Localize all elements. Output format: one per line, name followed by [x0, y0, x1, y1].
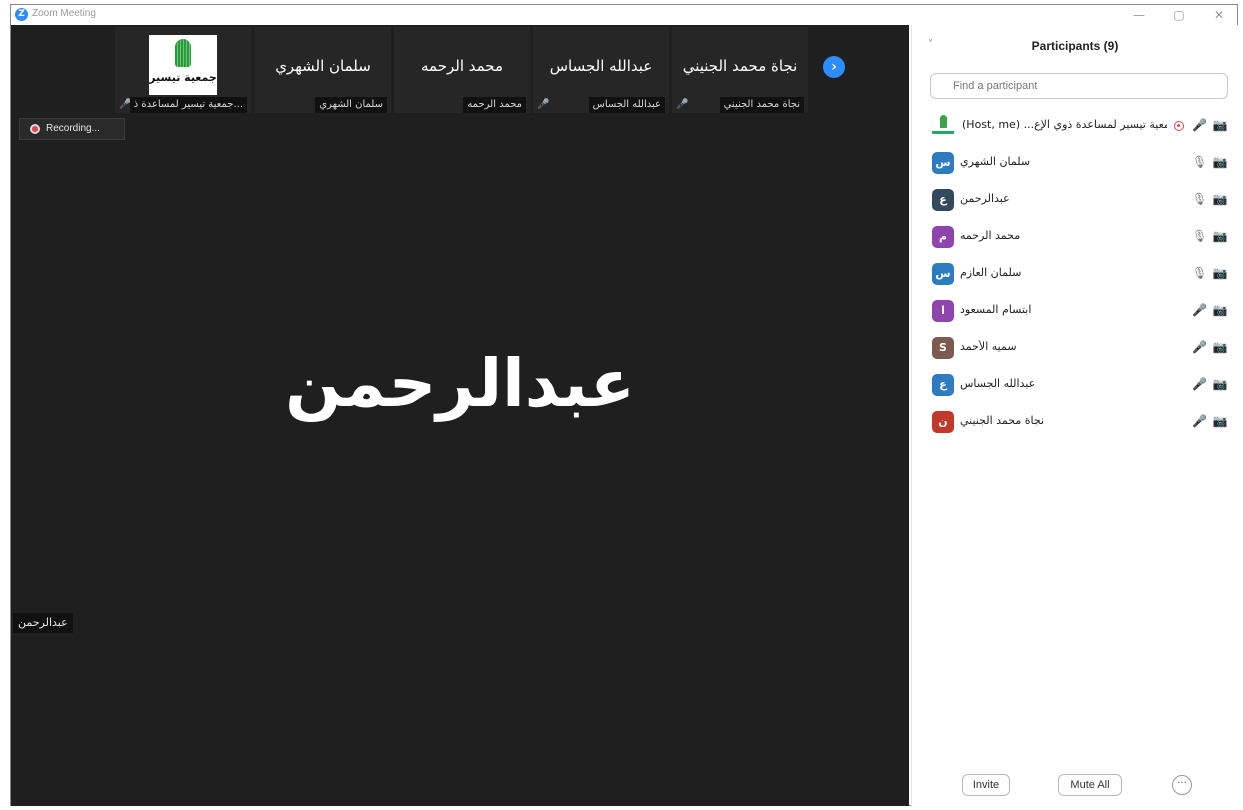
maximize-button[interactable]: ▢: [1165, 6, 1193, 24]
avatar: س: [932, 152, 954, 174]
participants-footer: Invite Mute All ···: [912, 772, 1238, 802]
active-speaker-name: عبدالرحمن: [285, 345, 635, 422]
recording-indicator[interactable]: Recording...: [19, 118, 125, 140]
next-page-button[interactable]: ›: [823, 56, 845, 78]
participants-title: Participants (9): [1031, 39, 1119, 53]
participant-row[interactable]: ا ابتسام المسعود 🎤 📷: [912, 294, 1238, 331]
camera-off-icon[interactable]: 📷: [1212, 303, 1228, 317]
camera-off-icon[interactable]: 📷: [1212, 377, 1228, 391]
palm-leaf-icon: [175, 39, 191, 67]
close-button[interactable]: ✕: [1205, 6, 1233, 24]
participant-row[interactable]: س سلمان العازم 🎙 📷: [912, 257, 1238, 294]
thumbnail-label: نجاة محمد الجنيني: [719, 97, 804, 113]
thumbnail-name: عبدالله الجساس: [549, 57, 653, 75]
camera-off-icon[interactable]: 📷: [1212, 229, 1228, 243]
muted-mic-icon: 🎤: [537, 99, 550, 110]
camera-off-icon[interactable]: 📷: [1212, 266, 1228, 280]
avatar: م: [932, 226, 954, 248]
active-speaker-label: عبدالرحمن: [13, 613, 73, 633]
invite-button[interactable]: Invite: [962, 774, 1010, 796]
title-bar: Z Zoom Meeting — ▢ ✕: [11, 5, 1237, 25]
avatar: ن: [932, 411, 954, 433]
participant-row[interactable]: س سلمان الشهري 🎙 📷: [912, 146, 1238, 183]
mic-icon[interactable]: 🎙: [1192, 229, 1207, 243]
muted-mic-icon: 🎤: [676, 99, 689, 110]
window-title: Zoom Meeting: [32, 8, 96, 19]
video-area: جمعية تيسير 🎤 ...جمعية تيسير لمساعدة ذ س…: [11, 25, 909, 806]
participant-name: عبدالرحمن: [960, 192, 1010, 205]
camera-off-icon[interactable]: 📷: [1212, 118, 1228, 132]
camera-off-icon[interactable]: 📷: [1212, 414, 1228, 428]
participant-row[interactable]: ع عبدالله الجساس 🎤 📷: [912, 368, 1238, 405]
mic-muted-icon[interactable]: 🎤: [1192, 340, 1207, 354]
participant-row-host[interactable]: (Host, me) ...جمعية تيسير لمساعدة ذوي ال…: [912, 109, 1238, 146]
thumbnail-name: نجاة محمد الجنيني: [682, 57, 798, 75]
mic-muted-icon[interactable]: 🎤: [1192, 414, 1207, 428]
participant-name: محمد الرحمه: [960, 229, 1021, 242]
record-icon: [30, 124, 40, 134]
minimize-button[interactable]: —: [1125, 6, 1153, 24]
thumbnail-name: سلمان الشهري: [275, 57, 371, 75]
participant-list: (Host, me) ...جمعية تيسير لمساعدة ذوي ال…: [912, 109, 1238, 442]
thumbnail-participant[interactable]: محمد الرحمه محمد الرحمه: [394, 27, 530, 113]
thumbnail-strip: جمعية تيسير 🎤 ...جمعية تيسير لمساعدة ذ س…: [115, 27, 809, 113]
host-avatar: [930, 113, 956, 139]
avatar: ع: [932, 374, 954, 396]
mute-all-button[interactable]: Mute All: [1058, 774, 1122, 796]
participant-name: سلمان الشهري: [960, 155, 1031, 168]
participant-name: سميه الأحمد: [960, 340, 1017, 353]
mic-muted-icon[interactable]: 🎤: [1192, 303, 1207, 317]
participant-name: ابتسام المسعود: [960, 303, 1032, 316]
participants-panel: ˅ Participants (9) Find a participant (H…: [911, 25, 1238, 806]
participant-row[interactable]: S سميه الأحمد 🎤 📷: [912, 331, 1238, 368]
mic-muted-icon[interactable]: 🎤: [1192, 118, 1207, 132]
thumbnail-name: محمد الرحمه: [420, 57, 504, 75]
participant-row[interactable]: ن نجاة محمد الجنيني 🎤 📷: [912, 405, 1238, 442]
recording-status-icon: [1174, 121, 1184, 131]
participant-search-input[interactable]: Find a participant: [930, 73, 1228, 99]
mic-icon[interactable]: 🎙: [1192, 192, 1207, 206]
more-options-icon[interactable]: ···: [1172, 775, 1192, 795]
camera-off-icon[interactable]: 📷: [1212, 155, 1228, 169]
mic-icon[interactable]: 🎙: [1192, 266, 1207, 280]
organization-logo: جمعية تيسير: [149, 35, 217, 95]
participant-name: (Host, me) ...جمعية تيسير لمساعدة ذوي ال…: [962, 118, 1167, 131]
zoom-window: Z Zoom Meeting — ▢ ✕ جمعية تيسير 🎤 ...جم…: [10, 4, 1238, 806]
logo-bar: [932, 131, 954, 134]
camera-off-icon[interactable]: 📷: [1212, 192, 1228, 206]
avatar: س: [932, 263, 954, 285]
avatar: ا: [932, 300, 954, 322]
palm-leaf-icon: [940, 115, 947, 128]
zoom-logo-icon: Z: [15, 8, 28, 21]
mic-icon[interactable]: 🎙: [1192, 155, 1207, 169]
thumbnail-label: ...جمعية تيسير لمساعدة ذ: [129, 97, 247, 113]
thumbnail-label: سلمان الشهري: [315, 97, 387, 113]
thumbnail-participant[interactable]: عبدالله الجساس 🎤 عبدالله الجساس: [533, 27, 669, 113]
participant-name: سلمان العازم: [960, 266, 1022, 279]
thumbnail-label: عبدالله الجساس: [588, 97, 665, 113]
participant-row[interactable]: ع عبدالرحمن 🎙 📷: [912, 183, 1238, 220]
thumbnail-participant[interactable]: نجاة محمد الجنيني 🎤 نجاة محمد الجنيني: [672, 27, 808, 113]
recording-label: Recording...: [46, 123, 100, 134]
participant-row[interactable]: م محمد الرحمه 🎙 📷: [912, 220, 1238, 257]
organization-logo-text: جمعية تيسير: [149, 71, 217, 84]
thumbnail-host[interactable]: جمعية تيسير 🎤 ...جمعية تيسير لمساعدة ذ: [115, 27, 251, 113]
avatar: ع: [932, 189, 954, 211]
camera-off-icon[interactable]: 📷: [1212, 340, 1228, 354]
avatar: S: [932, 337, 954, 359]
mic-muted-icon[interactable]: 🎤: [1192, 377, 1207, 391]
thumbnail-label: محمد الرحمه: [463, 97, 526, 113]
participant-name: نجاة محمد الجنيني: [960, 414, 1045, 427]
participant-name: عبدالله الجساس: [960, 377, 1036, 390]
thumbnail-participant[interactable]: سلمان الشهري سلمان الشهري: [255, 27, 391, 113]
